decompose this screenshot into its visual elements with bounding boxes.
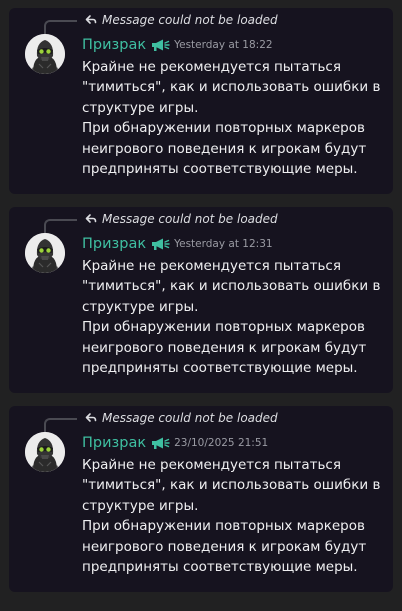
message-body: Крайне не рекомендуется пытаться "тимить… (82, 256, 382, 378)
timestamp[interactable]: 23/10/2025 21:51 (174, 437, 268, 449)
avatar[interactable] (25, 233, 65, 273)
message-paragraph: При обнаружении повторных маркеров неигр… (82, 518, 367, 576)
timestamp[interactable]: Yesterday at 12:31 (174, 238, 272, 250)
avatar[interactable] (25, 432, 65, 472)
megaphone-icon[interactable] (150, 436, 170, 450)
username[interactable]: Призрак (82, 236, 146, 252)
message-paragraph: Крайне не рекомендуется пытаться "тимить… (82, 258, 381, 315)
message-card[interactable]: Message could not be loaded Призрак Yest… (9, 207, 393, 393)
username[interactable]: Призрак (82, 37, 146, 53)
reply-reference[interactable]: Message could not be loaded (85, 410, 278, 426)
reply-arrow-icon (85, 413, 97, 422)
message-body: Крайне не рекомендуется пытаться "тимить… (82, 57, 382, 179)
reply-text: Message could not be loaded (102, 13, 278, 27)
message-paragraph: Крайне не рекомендуется пытаться "тимить… (82, 457, 381, 514)
reply-text: Message could not be loaded (102, 212, 278, 226)
message-paragraph: При обнаружении повторных маркеров неигр… (82, 319, 367, 377)
message-paragraph: При обнаружении повторных маркеров неигр… (82, 120, 367, 178)
reply-arrow-icon (85, 15, 97, 24)
megaphone-icon[interactable] (150, 237, 170, 251)
username[interactable]: Призрак (82, 435, 146, 451)
message-card[interactable]: Message could not be loaded Призрак 23/1… (9, 406, 393, 592)
timestamp[interactable]: Yesterday at 18:22 (174, 39, 272, 51)
reply-reference[interactable]: Message could not be loaded (85, 211, 278, 227)
megaphone-icon[interactable] (150, 38, 170, 52)
message-paragraph: Крайне не рекомендуется пытаться "тимить… (82, 59, 381, 116)
reply-arrow-icon (85, 214, 97, 223)
message-header: Призрак Yesterday at 18:22 (82, 35, 273, 55)
message-body: Крайне не рекомендуется пытаться "тимить… (82, 455, 382, 577)
message-header: Призрак Yesterday at 12:31 (82, 234, 273, 254)
message-header: Призрак 23/10/2025 21:51 (82, 433, 268, 453)
reply-text: Message could not be loaded (102, 411, 278, 425)
reply-reference[interactable]: Message could not be loaded (85, 12, 278, 28)
avatar[interactable] (25, 34, 65, 74)
message-card[interactable]: Message could not be loaded Призрак Yest… (9, 8, 393, 194)
